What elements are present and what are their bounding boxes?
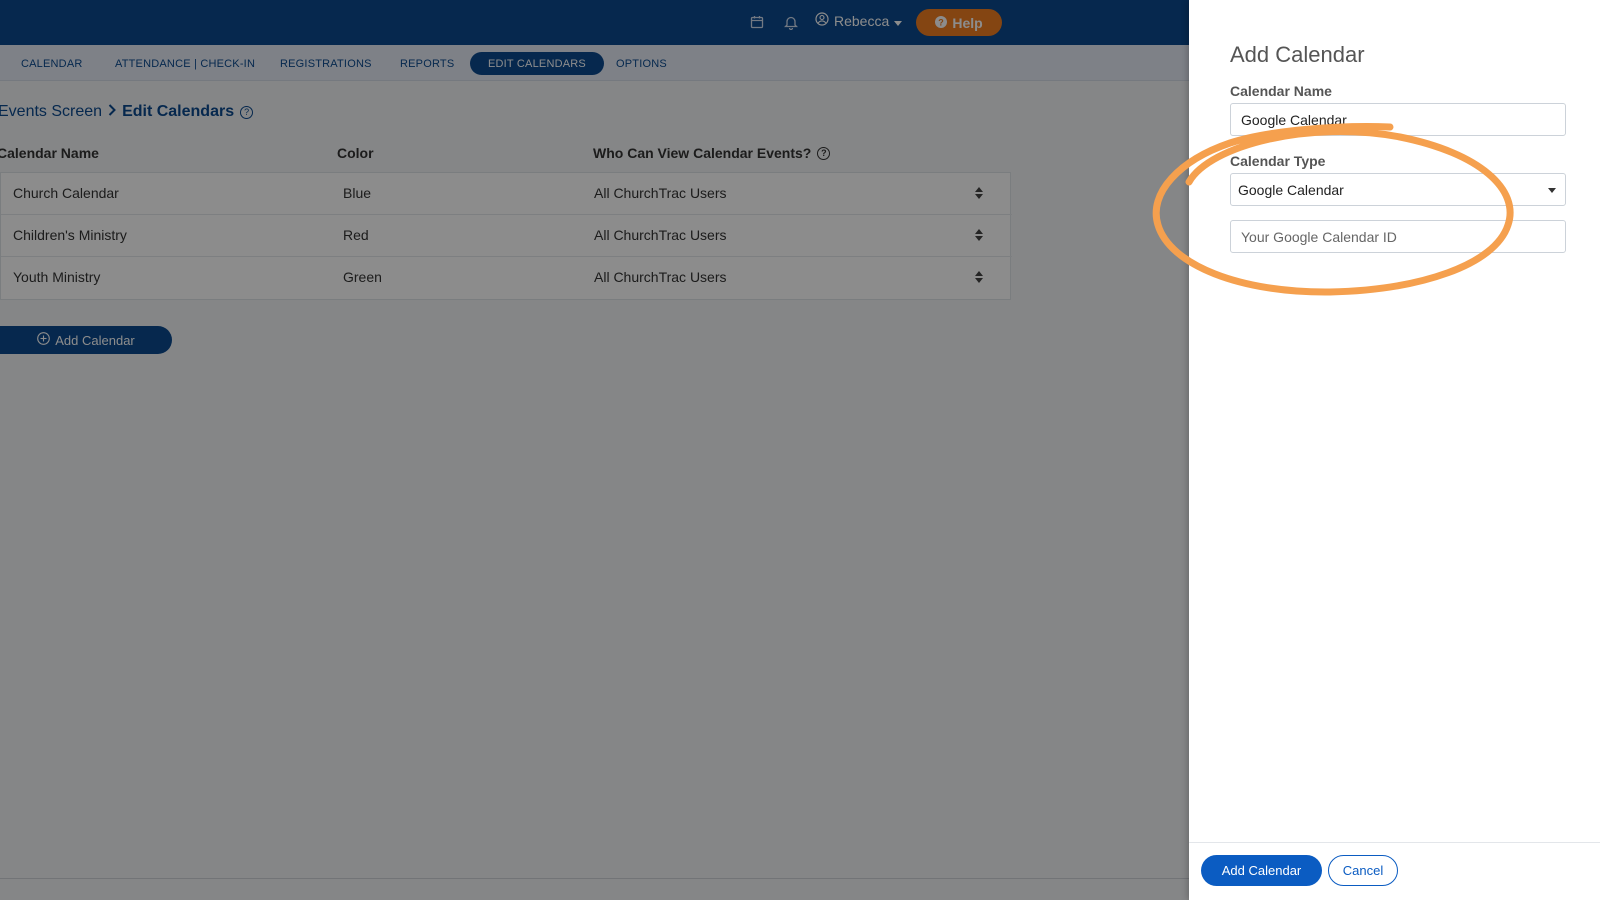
submit-add-calendar-button[interactable]: Add Calendar [1201,855,1322,886]
chevron-down-icon [1548,188,1556,193]
modal-overlay[interactable] [0,0,1189,900]
google-calendar-id-placeholder: Your Google Calendar ID [1241,228,1397,245]
calendar-name-label: Calendar Name [1230,83,1332,99]
cancel-button[interactable]: Cancel [1328,855,1398,886]
calendar-type-select[interactable]: Google Calendar [1230,173,1566,206]
calendar-name-input[interactable]: Google Calendar [1230,103,1566,136]
add-calendar-panel: Add Calendar Calendar Name Google Calend… [1189,0,1600,900]
calendar-name-value: Google Calendar [1241,111,1347,128]
calendar-type-value: Google Calendar [1238,181,1344,198]
panel-footer-divider [1189,842,1600,843]
google-calendar-id-input[interactable]: Your Google Calendar ID [1230,220,1566,253]
panel-title: Add Calendar [1230,42,1365,67]
calendar-type-label: Calendar Type [1230,153,1326,169]
